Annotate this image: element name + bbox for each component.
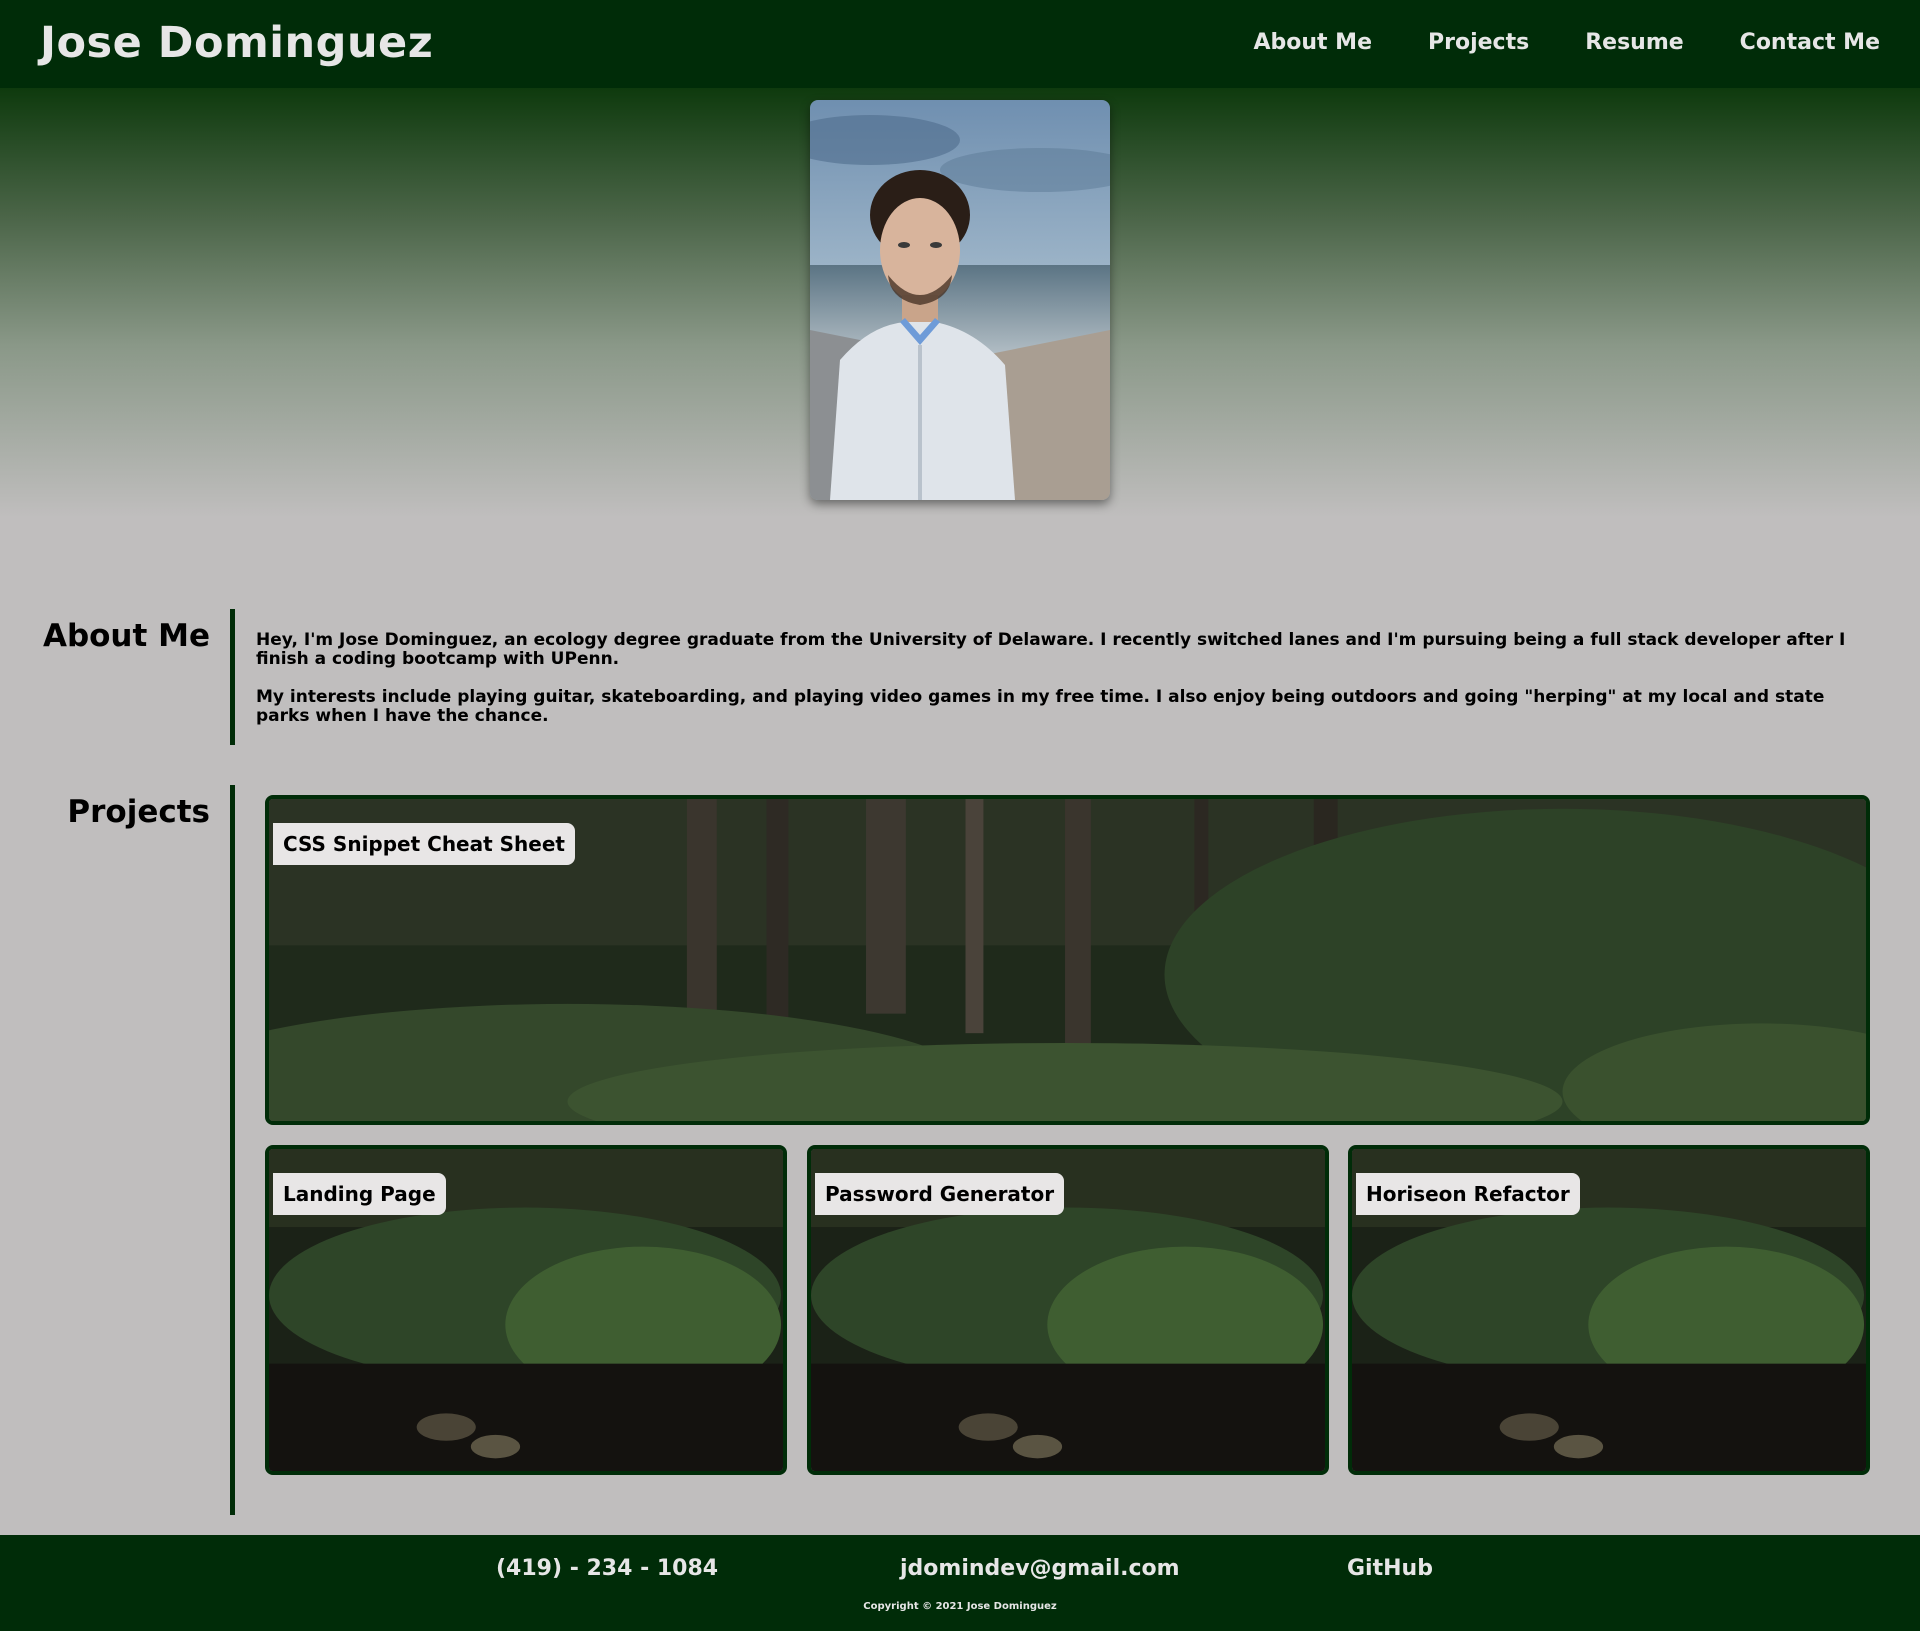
project-label: Password Generator xyxy=(815,1173,1065,1215)
site-title: Jose Dominguez xyxy=(40,18,434,68)
nav-about-me[interactable]: About Me xyxy=(1253,30,1372,55)
about-paragraph-2: My interests include playing guitar, ska… xyxy=(256,687,1825,726)
site-header: Jose Dominguez About Me Projects Resume … xyxy=(0,0,1920,88)
nav-resume[interactable]: Resume xyxy=(1585,30,1683,55)
main-nav: About Me Projects Resume Contact Me xyxy=(1253,30,1880,55)
project-card-featured[interactable]: CSS Snippet Cheat Sheet xyxy=(265,795,1870,1125)
copyright-text: Copyright © 2021 Jose Dominguez xyxy=(863,1601,1057,1612)
projects-section-title: Projects xyxy=(67,794,210,830)
footer-email-link[interactable]: jdomindev@gmail.com xyxy=(900,1556,1180,1581)
portrait-photo xyxy=(810,100,1110,500)
project-card-landing-page[interactable]: Landing Page xyxy=(265,1145,787,1475)
about-divider xyxy=(230,609,235,745)
nav-contact-me[interactable]: Contact Me xyxy=(1740,30,1880,55)
project-label: Landing Page xyxy=(273,1173,446,1215)
footer-phone-link[interactable]: (419) - 234 - 1084 xyxy=(496,1556,718,1581)
project-label: Horiseon Refactor xyxy=(1356,1173,1580,1215)
project-card-horiseon-refactor[interactable]: Horiseon Refactor xyxy=(1348,1145,1870,1475)
nav-projects[interactable]: Projects xyxy=(1428,30,1529,55)
site-footer: (419) - 234 - 1084 jdomindev@gmail.com G… xyxy=(0,1535,1920,1631)
footer-github-link[interactable]: GitHub xyxy=(1347,1556,1433,1581)
project-label: CSS Snippet Cheat Sheet xyxy=(273,823,575,865)
about-text: Hey, I'm Jose Dominguez, an ecology degr… xyxy=(256,631,1856,745)
project-card-password-generator[interactable]: Password Generator xyxy=(807,1145,1329,1475)
about-paragraph-1: Hey, I'm Jose Dominguez, an ecology degr… xyxy=(256,630,1846,669)
about-section-title: About Me xyxy=(42,618,210,654)
projects-divider xyxy=(230,785,235,1515)
